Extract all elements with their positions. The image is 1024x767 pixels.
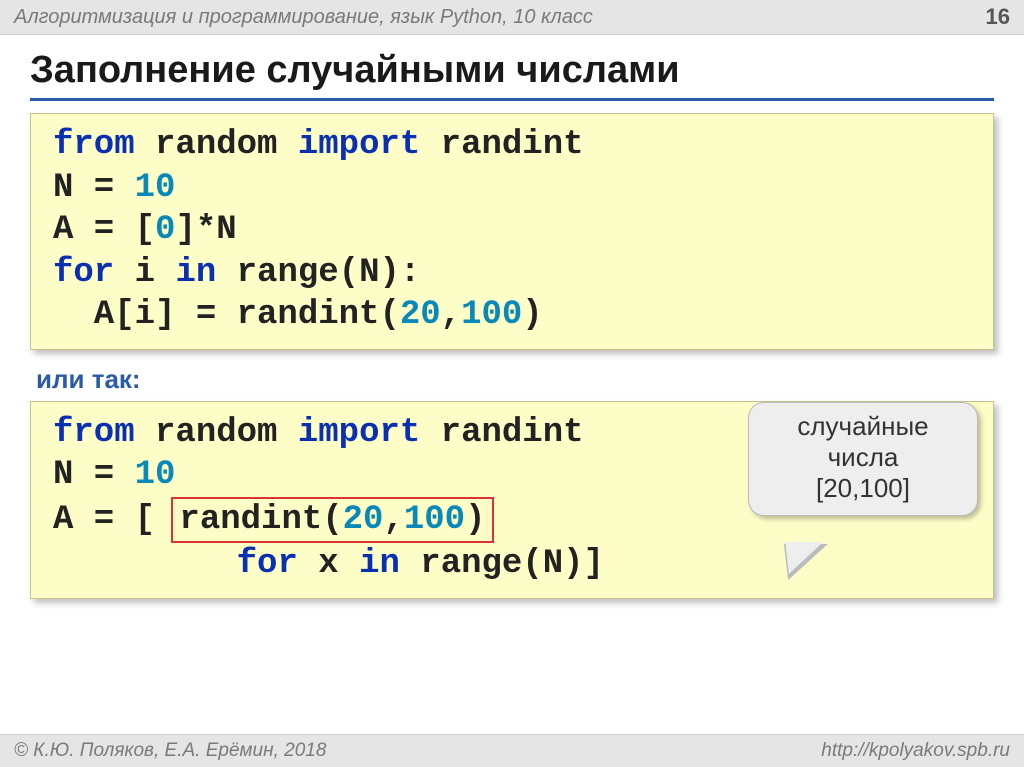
slide-header: Алгоритмизация и программирование, язык … [0, 0, 1024, 35]
code-block-1: from random import randint N = 10 A = [0… [30, 113, 994, 350]
footer-url: http://kpolyakov.spb.ru [821, 740, 1010, 762]
highlight-box: randint(20,100) [171, 497, 493, 544]
code-line: from random import randint [53, 124, 971, 167]
callout-line: случайные [763, 411, 963, 442]
callout-bubble: случайные числа [20,100] [748, 402, 978, 516]
slide-title: Заполнение случайными числами [30, 49, 994, 101]
page-number: 16 [986, 4, 1010, 30]
code-line: N = 10 [53, 167, 971, 210]
slide-footer: © К.Ю. Поляков, Е.А. Ерёмин, 2018 http:/… [0, 734, 1024, 767]
code-line: A = [0]*N [53, 209, 971, 252]
course-title: Алгоритмизация и программирование, язык … [14, 6, 593, 29]
code-line: for x in range(N)] [53, 543, 971, 586]
callout-line: числа [763, 442, 963, 473]
code-line: for i in range(N): [53, 252, 971, 295]
copyright: © К.Ю. Поляков, Е.А. Ерёмин, 2018 [14, 740, 326, 762]
code-line: A[i] = randint(20,100) [53, 294, 971, 337]
subtitle: или так: [36, 364, 994, 395]
callout-body: случайные числа [20,100] [748, 402, 978, 516]
callout-line: [20,100] [763, 473, 963, 504]
